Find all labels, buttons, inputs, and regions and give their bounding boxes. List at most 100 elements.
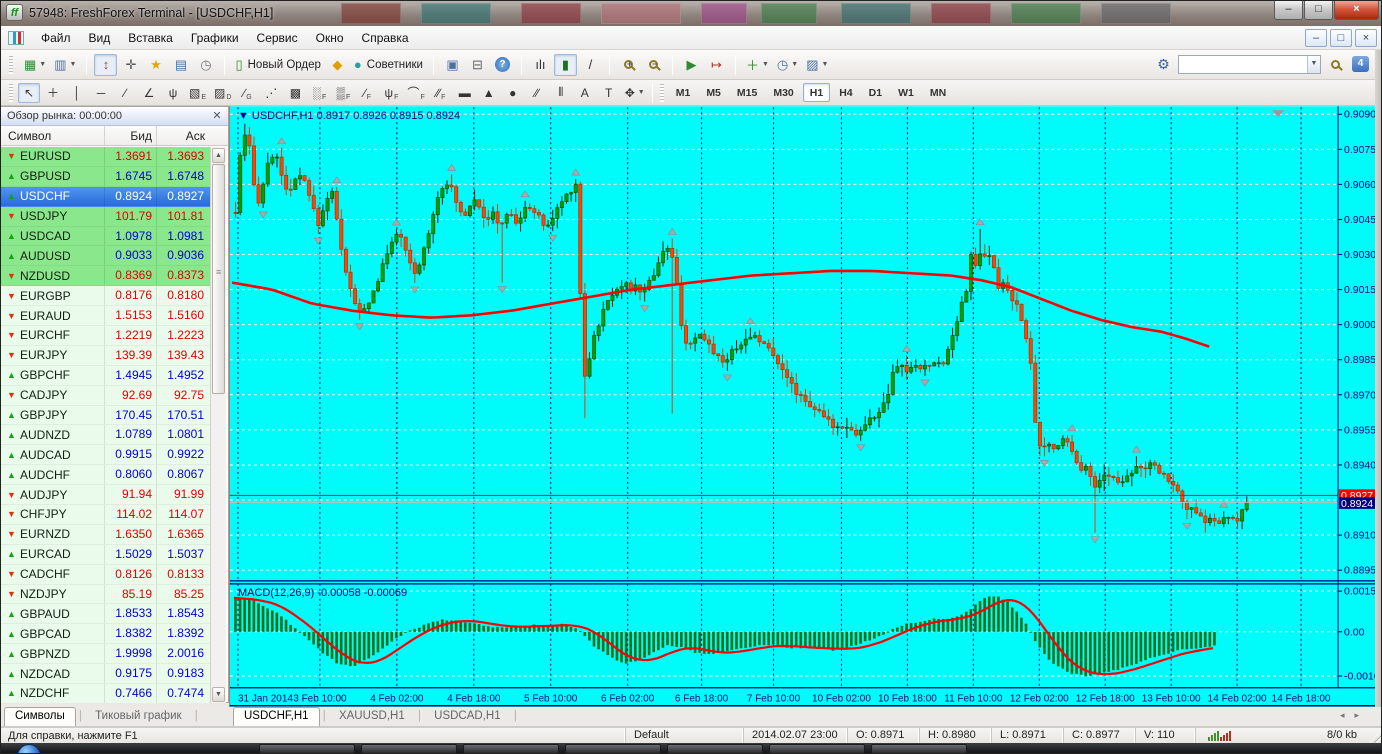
chart-tab-usdcad[interactable]: USDCAD,H1 <box>424 708 510 727</box>
new-chart-button[interactable]: ▦ ▼ <box>21 54 49 76</box>
tab-symbols[interactable]: Символы <box>4 707 76 726</box>
taskbar-button[interactable] <box>667 744 763 753</box>
scroll-down-icon[interactable]: ▼ <box>212 687 225 702</box>
market-watch-row-eurnzd[interactable]: ▼ EURNZD 1.6350 1.6365 <box>1 524 211 545</box>
menu-item-window[interactable]: Окно <box>307 28 353 48</box>
gann-line-tool[interactable]: ▧ E <box>186 83 209 103</box>
minimize-button[interactable]: – <box>1274 1 1303 20</box>
market-watch-row-eurusd[interactable]: ▼ EURUSD 1.3691 1.3693 <box>1 147 211 167</box>
mdi-restore-button[interactable]: □ <box>1330 29 1352 47</box>
timeframe-m30-button[interactable]: M30 <box>766 83 800 102</box>
fibo-timezones-tool[interactable]: ▒ F <box>332 83 354 103</box>
price-chart-canvas[interactable]: 0.9090 0.9075 0.9060 0.9045 0.9030 0.9015 0.90… <box>229 106 1375 707</box>
market-watch-scrollbar[interactable]: ▲ ▼ <box>210 147 226 703</box>
gann-grid-tool[interactable]: ∕ G <box>236 83 258 103</box>
toolbar-grip[interactable] <box>9 83 13 102</box>
market-watch-row-eurcad[interactable]: ▲ EURCAD 1.5029 1.5037 <box>1 544 211 565</box>
settings-gear-button[interactable]: ⚙ <box>1152 53 1175 75</box>
data-window-button[interactable]: ✛ <box>119 54 142 76</box>
taskbar-button[interactable] <box>361 744 457 753</box>
gann-fan-tool[interactable]: ▨ D <box>211 83 234 103</box>
metaeditor-button[interactable]: ◆ <box>326 54 349 76</box>
timeframe-h4-button[interactable]: H4 <box>832 83 859 102</box>
market-watch-row-eurchf[interactable]: ▼ EURCHF 1.2219 1.2223 <box>1 326 211 346</box>
text-tool[interactable]: A <box>574 83 596 103</box>
bar-chart-button[interactable]: ılı <box>529 54 552 76</box>
vertical-lines-tool[interactable]: ⫴ <box>550 83 572 103</box>
timeframe-d1-button[interactable]: D1 <box>862 83 889 102</box>
trendline-tool[interactable]: ∕ <box>114 83 136 103</box>
market-watch-row-usdjpy[interactable]: ▼ USDJPY 101.79 101.81 <box>1 206 211 227</box>
taskbar-button[interactable] <box>463 744 559 753</box>
market-watch-row-gbpaud[interactable]: ▲ GBPAUD 1.8533 1.8543 <box>1 604 211 625</box>
line-chart-button[interactable]: / <box>579 54 602 76</box>
market-watch-row-usdcad[interactable]: ▲ USDCAD 1.0978 1.0981 <box>1 226 211 247</box>
scroll-up-icon[interactable]: ▲ <box>212 148 225 163</box>
mdi-close-button[interactable]: × <box>1355 29 1377 47</box>
templates-button[interactable]: ▨ ▼ <box>803 54 831 76</box>
ellipse-tool[interactable]: ● <box>502 83 524 103</box>
chart-tab-usdchf[interactable]: USDCHF,H1 <box>233 707 320 726</box>
candlestick-chart-button[interactable]: ▮ <box>553 53 577 76</box>
auto-scroll-button[interactable]: ▶ <box>680 54 703 76</box>
crosshair-tool[interactable]: ＋ <box>42 83 64 103</box>
text-label-tool[interactable]: T <box>598 83 620 103</box>
parallel-lines-tool[interactable]: ∕∕ <box>526 83 548 103</box>
market-watch-row-nzdusd[interactable]: ▼ NZDUSD 0.8369 0.8373 <box>1 266 211 287</box>
fullscreen-button[interactable]: ▣ <box>441 54 464 76</box>
periods-button[interactable]: ◷ ▼ <box>774 54 801 76</box>
fibo-fan-tool[interactable]: ⋰ <box>260 83 282 103</box>
market-watch-row-eurgbp[interactable]: ▼ EURGBP 0.8176 0.8180 <box>1 286 211 307</box>
horizontal-line-tool[interactable]: ─ <box>90 83 112 103</box>
timeframe-mn-button[interactable]: MN <box>923 83 953 102</box>
market-watch-row-gbpcad[interactable]: ▲ GBPCAD 1.8382 1.8392 <box>1 624 211 645</box>
market-watch-row-gbpusd[interactable]: ▲ GBPUSD 1.6745 1.6748 <box>1 166 211 187</box>
market-watch-row-audchf[interactable]: ▲ AUDCHF 0.8060 0.8067 <box>1 465 211 486</box>
search-dropdown-arrow[interactable]: ▼ <box>1307 55 1320 73</box>
print-button[interactable]: ⊟ <box>466 54 489 76</box>
expert-advisors-button[interactable]: ● Советники <box>351 54 426 76</box>
column-symbol[interactable]: Символ <box>1 126 105 145</box>
market-watch-row-nzdcad[interactable]: ▲ NZDCAD 0.9175 0.9183 <box>1 664 211 685</box>
market-watch-row-nzdchf[interactable]: ▲ NZDCHF 0.7466 0.7474 <box>1 684 211 703</box>
search-input[interactable] <box>1179 56 1307 72</box>
menu-item-view[interactable]: Вид <box>80 28 120 48</box>
market-watch-row-usdchf[interactable]: ▲ USDCHF 0.8924 0.8927 <box>1 186 211 207</box>
column-bid[interactable]: Бид <box>105 126 157 145</box>
market-watch-row-chfjpy[interactable]: ▼ CHFJPY 114.02 114.07 <box>1 505 211 525</box>
timeframe-m1-button[interactable]: M1 <box>669 83 698 102</box>
resize-grip[interactable] <box>1369 728 1381 743</box>
search-go-button[interactable] <box>1324 53 1347 75</box>
menu-item-service[interactable]: Сервис <box>248 28 307 48</box>
help-button[interactable]: ? <box>491 54 514 76</box>
market-watch-row-euraud[interactable]: ▼ EURAUD 1.5153 1.5160 <box>1 306 211 327</box>
fibo-expansion-tool[interactable]: ψF <box>380 83 402 103</box>
market-watch-header[interactable]: Обзор рынка: 00:00:00 ✕ <box>1 107 228 126</box>
toolbar-grip[interactable] <box>659 83 664 102</box>
taskbar-button[interactable] <box>565 744 661 753</box>
close-icon[interactable]: ✕ <box>210 109 224 122</box>
scrollbar-thumb[interactable] <box>212 164 225 394</box>
taskbar-button[interactable] <box>769 744 865 753</box>
market-watch-row-audnzd[interactable]: ▲ AUDNZD 1.0789 1.0801 <box>1 425 211 446</box>
fibo-grid-tool[interactable]: ▩ <box>284 83 306 103</box>
market-watch-row-eurjpy[interactable]: ▼ EURJPY 139.39 139.43 <box>1 345 211 366</box>
maximize-button[interactable]: □ <box>1304 1 1333 20</box>
toolbar-grip[interactable] <box>9 55 13 74</box>
timeframe-w1-button[interactable]: W1 <box>891 83 921 102</box>
arrows-tool[interactable]: ✥ ▼ <box>622 83 648 103</box>
timeframe-h1-button[interactable]: H1 <box>802 83 831 102</box>
taskbar-button[interactable] <box>871 744 967 753</box>
fibo-retracement-tool[interactable]: ░ F <box>308 83 330 103</box>
taskbar-button[interactable] <box>259 744 355 753</box>
mdi-minimize-button[interactable]: – <box>1305 29 1327 47</box>
column-ask[interactable]: Аск <box>157 126 209 145</box>
chart-tab-xauusd[interactable]: XAUUSD,H1 <box>329 708 415 727</box>
market-watch-row-audcad[interactable]: ▲ AUDCAD 0.9915 0.9922 <box>1 445 211 466</box>
strategy-tester-button[interactable]: ◷ <box>194 54 217 76</box>
zoom-in-button[interactable]: + <box>617 54 640 76</box>
indicators-button[interactable]: ＋ ▼ <box>743 54 772 76</box>
navigator-button[interactable]: ★ <box>144 54 167 76</box>
zoom-out-button[interactable]: − <box>642 54 665 76</box>
market-watch-row-audusd[interactable]: ▲ AUDUSD 0.9033 0.9036 <box>1 246 211 267</box>
